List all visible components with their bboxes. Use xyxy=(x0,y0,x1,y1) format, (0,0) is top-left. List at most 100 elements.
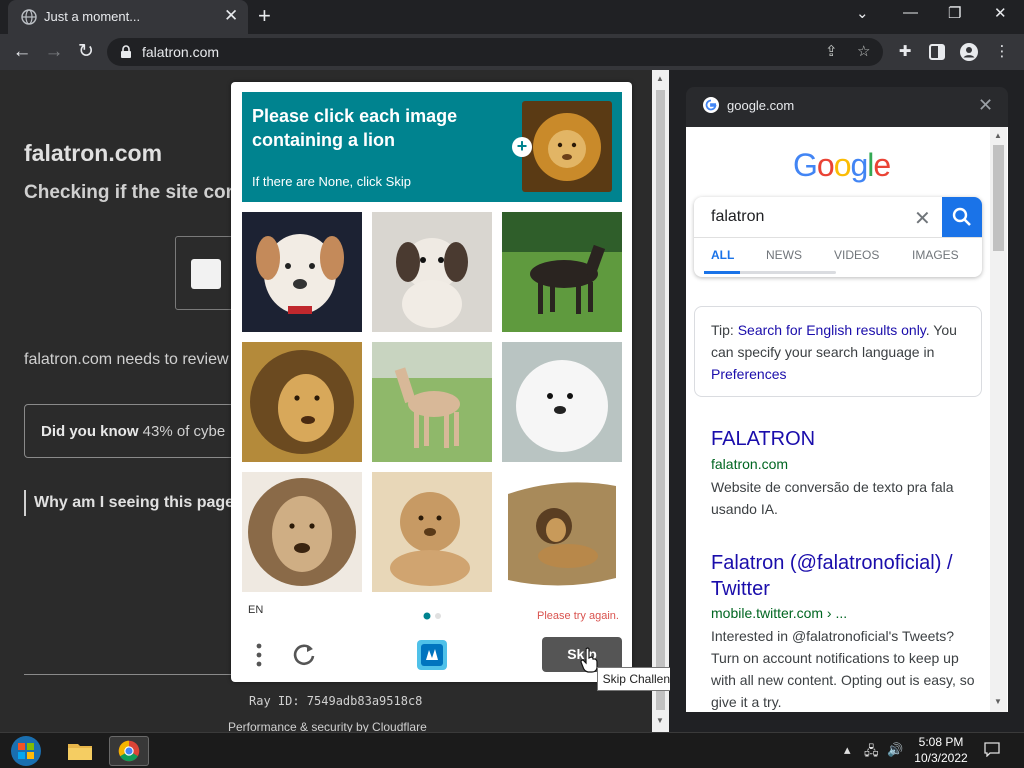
start-button[interactable] xyxy=(8,735,44,767)
google-results-page: Google falatron ✕ ALL NEWS VIDEOS IMAGES xyxy=(686,127,1008,712)
scrollbar-thumb[interactable] xyxy=(993,145,1004,251)
tab-all[interactable]: ALL xyxy=(711,248,734,262)
result-description: Interested in @falatronoficial's Tweets?… xyxy=(711,628,975,710)
language-selector[interactable]: EN xyxy=(248,604,263,616)
challenge-tile-2[interactable] xyxy=(372,212,492,332)
scrollbar-thumb[interactable] xyxy=(656,90,665,710)
did-you-know-fact: 43% of cybe xyxy=(138,423,226,440)
why-seeing-page-link[interactable]: Why am I seeing this page? xyxy=(24,490,244,516)
challenge-tile-4[interactable] xyxy=(242,342,362,462)
menu-kebab-icon[interactable]: ⋮ xyxy=(993,43,1011,61)
clear-search-icon[interactable]: ✕ xyxy=(914,206,931,231)
site-title: falatron.com xyxy=(24,140,163,166)
ray-id: Ray ID: 7549adb83a9518c8 xyxy=(249,694,423,708)
challenge-tile-1[interactable] xyxy=(242,212,362,332)
address-bar[interactable]: falatron.com ⇪ ☆ xyxy=(107,38,883,66)
profile-icon[interactable] xyxy=(960,43,978,61)
tab-title: Just a moment... xyxy=(44,9,141,24)
challenge-tile-8[interactable] xyxy=(372,472,492,592)
challenge-tile-5[interactable] xyxy=(372,342,492,462)
new-tab-button[interactable]: + xyxy=(258,5,271,27)
review-message: falatron.com needs to review xyxy=(24,351,229,368)
tab-close-icon[interactable]: ✕ xyxy=(224,7,238,25)
challenge-tile-9[interactable] xyxy=(502,472,622,592)
result-url[interactable]: falatron.com xyxy=(711,456,788,472)
result-title[interactable]: Falatron (@falatronoficial) / Twitter xyxy=(711,550,981,602)
did-you-know-label: Did you know xyxy=(41,423,139,440)
error-message: Please try again. xyxy=(537,610,619,622)
tab-images[interactable]: IMAGES xyxy=(912,248,959,262)
scroll-up-arrow-icon[interactable]: ▲ xyxy=(656,74,664,83)
tip-prefix: Tip: xyxy=(711,322,738,338)
tab-news[interactable]: NEWS xyxy=(766,248,802,262)
did-you-know-text: Did you know 43% of cybe xyxy=(41,423,225,440)
hcaptcha-logo-icon[interactable] xyxy=(415,638,449,672)
search-tabs-divider xyxy=(694,237,982,238)
side-panel-scrollbar[interactable]: ▲ ▼ xyxy=(990,127,1007,712)
challenge-hint: If there are None, click Skip xyxy=(252,174,411,189)
volume-icon[interactable]: 🔊 xyxy=(887,742,903,758)
network-icon[interactable]: 🖧 xyxy=(864,742,879,764)
result-url[interactable]: mobile.twitter.com › ... xyxy=(711,605,847,621)
tab-strip: Just a moment... ✕ + ⌄ — ❐ ✕ xyxy=(0,0,1024,34)
minimize-button[interactable]: — xyxy=(903,4,918,21)
checking-heading: Checking if the site cor xyxy=(24,182,234,203)
reload-icon[interactable]: ↻ xyxy=(74,40,98,64)
sample-lion-image[interactable] xyxy=(522,101,612,192)
close-window-button[interactable]: ✕ xyxy=(994,4,1007,22)
chrome-icon[interactable] xyxy=(109,736,149,766)
system-clock[interactable]: 5:08 PM 10/3/2022 xyxy=(905,734,977,766)
result-title[interactable]: FALATRON xyxy=(711,426,815,452)
windows-taskbar: ▴ 🖧 🔊 5:08 PM 10/3/2022 xyxy=(0,732,1024,768)
challenge-prompt: Please click each image containing a lio… xyxy=(252,106,458,150)
challenge-header: Please click each image containing a lio… xyxy=(242,92,622,202)
google-g-icon xyxy=(703,97,719,113)
search-button[interactable] xyxy=(942,197,982,237)
challenge-tile-6[interactable] xyxy=(502,342,622,462)
result-description: Website de conversão de texto pra fala u… xyxy=(711,479,954,517)
challenge-tile-7[interactable] xyxy=(242,472,362,592)
side-panel: google.com ✕ Google falatron ✕ ALL NEWS … xyxy=(670,70,1024,732)
close-side-panel-icon[interactable]: ✕ xyxy=(978,95,993,116)
english-results-link[interactable]: Search for English results only xyxy=(738,322,926,338)
show-hidden-icons-icon[interactable]: ▴ xyxy=(844,742,851,758)
back-arrow-icon[interactable]: ← xyxy=(10,40,34,64)
scroll-down-arrow-icon[interactable]: ▼ xyxy=(656,716,664,725)
tab-videos[interactable]: VIDEOS xyxy=(834,248,879,262)
expand-sample-icon[interactable]: + xyxy=(512,137,532,157)
active-tab-indicator xyxy=(704,271,740,274)
verify-checkbox[interactable] xyxy=(191,259,221,289)
clock-time: 5:08 PM xyxy=(918,735,964,749)
extensions-icon[interactable]: ✚ xyxy=(896,43,914,61)
browser-tab[interactable]: Just a moment... ✕ xyxy=(8,0,248,34)
refresh-challenge-icon[interactable] xyxy=(291,641,317,667)
globe-icon xyxy=(21,9,37,25)
search-input[interactable]: falatron xyxy=(711,208,764,226)
side-panel-icon[interactable] xyxy=(928,43,946,61)
challenge-tile-3[interactable] xyxy=(502,212,622,332)
bookmark-star-icon[interactable]: ☆ xyxy=(857,42,870,60)
google-search-box: falatron ✕ ALL NEWS VIDEOS IMAGES xyxy=(694,197,982,277)
page-indicator xyxy=(423,612,441,620)
scroll-up-arrow-icon[interactable]: ▲ xyxy=(994,131,1002,140)
menu-dots-icon[interactable] xyxy=(255,642,263,668)
scroll-down-arrow-icon[interactable]: ▼ xyxy=(994,697,1002,706)
forward-arrow-icon[interactable]: → xyxy=(42,40,66,64)
page-scrollbar[interactable]: ▲ ▼ xyxy=(652,70,669,732)
hcaptcha-challenge: Please click each image containing a lio… xyxy=(231,82,632,682)
hand-cursor-icon xyxy=(580,647,598,673)
screen: Just a moment... ✕ + ⌄ — ❐ ✕ ← → ↻ falat… xyxy=(0,0,1024,768)
restore-button[interactable]: ❐ xyxy=(948,4,961,22)
lock-icon[interactable] xyxy=(119,45,133,59)
url-text[interactable]: falatron.com xyxy=(142,44,219,60)
side-panel-header: google.com ✕ xyxy=(686,87,1008,127)
google-logo: Google xyxy=(793,147,891,183)
side-panel-domain: google.com xyxy=(727,98,795,113)
share-icon[interactable]: ⇪ xyxy=(825,42,838,60)
browser-toolbar: ← → ↻ falatron.com ⇪ ☆ ✚ ⋮ xyxy=(0,34,1024,70)
tab-search-icon[interactable]: ⌄ xyxy=(856,4,869,22)
preferences-link[interactable]: Preferences xyxy=(711,366,786,382)
notifications-icon[interactable] xyxy=(984,741,1000,757)
language-tip: Tip: Search for English results only. Yo… xyxy=(694,306,982,397)
file-explorer-icon[interactable] xyxy=(60,736,100,766)
